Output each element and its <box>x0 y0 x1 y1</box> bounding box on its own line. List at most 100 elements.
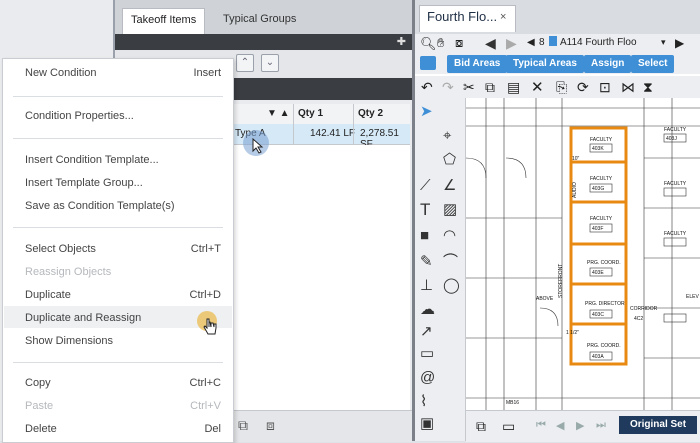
hand-pan-icon[interactable]: ✋︎ <box>437 35 444 51</box>
room-label: PRG. COORD. <box>587 343 621 349</box>
shortcut-ctrl-t: Ctrl+T <box>190 243 221 255</box>
grid-header: ▼ ▲ Qty 1 Qty 2 <box>232 104 410 125</box>
curve-icon[interactable]: ⌒ <box>443 254 458 269</box>
dimension-label: 10" <box>572 156 580 162</box>
typical-areas-button[interactable]: Typical Areas <box>506 55 584 73</box>
column-divider <box>293 104 294 144</box>
panel-bottom-bar: ⧉ ⧈ <box>232 410 412 442</box>
fill-color-icon[interactable]: ■ <box>420 228 429 243</box>
menu-save-condition-template[interactable]: Save as Condition Template(s) <box>25 200 175 212</box>
segment-icon[interactable]: ⟋ <box>420 178 431 193</box>
image-icon[interactable]: ▣ <box>420 416 434 431</box>
menu-show-dimensions[interactable]: Show Dimensions <box>25 335 113 347</box>
menu-new-condition[interactable]: New Condition <box>25 67 97 79</box>
fit-icon[interactable]: ⊡ <box>599 79 611 96</box>
last-page-icon[interactable]: ⏭ <box>596 419 606 432</box>
hatch-icon[interactable]: ▨ <box>443 202 457 217</box>
rotate-icon[interactable]: ⟳ <box>577 79 589 96</box>
flip-icon[interactable]: ⋈ <box>621 79 635 96</box>
group-icon[interactable]: ⧈ <box>266 417 275 434</box>
floor-plan-canvas[interactable]: FACULTY 403K FACULTY 403G FACULTY 403F P… <box>466 98 700 410</box>
arc-icon[interactable]: ◠ <box>443 228 456 243</box>
tab-typical-groups[interactable]: Typical Groups <box>215 8 304 34</box>
row-qty1: 142.41 LF <box>310 128 356 139</box>
next-page-icon[interactable]: ▶ <box>675 36 684 50</box>
menu-duplicate-and-reassign[interactable]: Duplicate and Reassign <box>25 312 141 324</box>
first-page-icon[interactable]: ⏮ <box>536 419 546 432</box>
delete-icon[interactable]: ✕ <box>531 78 544 96</box>
cut-icon[interactable]: ✂ <box>463 79 475 96</box>
attachment-icon[interactable]: ⌇ <box>420 394 427 409</box>
pen-icon[interactable]: ✎ <box>420 254 433 269</box>
menu-delete[interactable]: Delete <box>25 423 57 435</box>
column-qty1[interactable]: Qty 1 <box>298 108 323 119</box>
filter-icon[interactable]: ▼ ▲ <box>267 108 290 119</box>
polygon-icon[interactable]: ⬠ <box>443 152 456 167</box>
page-icon[interactable]: ▭ <box>502 418 515 435</box>
room-label: FACULTY <box>664 181 687 187</box>
zoom-window-icon[interactable]: ⧇ <box>455 35 463 51</box>
crosshair-icon[interactable]: ⌖ <box>443 128 451 143</box>
chevron-down-icon[interactable]: ▾ <box>661 37 666 48</box>
back-icon[interactable]: ◀ <box>485 35 496 52</box>
text-icon[interactable]: T <box>420 201 430 218</box>
room-label: CORRIDOR <box>630 306 658 312</box>
next-page-icon[interactable]: ▶ <box>576 419 584 432</box>
room-label: FACULTY <box>664 127 687 133</box>
menu-copy[interactable]: Copy <box>25 377 51 389</box>
copy-icon[interactable]: ⧉ <box>485 79 495 96</box>
undo-icon[interactable]: ↶ <box>421 79 433 96</box>
pointer-icon[interactable]: ➤ <box>420 104 433 119</box>
prev-page-icon[interactable]: ◀ <box>556 419 564 432</box>
arrow-line-icon[interactable]: ↗ <box>420 324 433 339</box>
search-icon[interactable]: 🔍︎ <box>420 36 437 52</box>
menu-condition-properties[interactable]: Condition Properties... <box>25 110 134 122</box>
room-number: 403A <box>592 354 604 360</box>
close-icon[interactable]: × <box>500 11 506 23</box>
redo-icon[interactable]: ↷ <box>442 79 454 96</box>
original-set-button[interactable]: Original Set <box>619 416 697 434</box>
room-number: 403F <box>592 226 603 232</box>
sheet-icon <box>549 36 557 46</box>
grid-body <box>232 145 410 410</box>
room-label: PRG. COORD. <box>587 260 621 266</box>
cloud-icon[interactable]: ☁ <box>420 302 435 317</box>
mouse-pointer-icon <box>252 138 264 154</box>
stamp-icon[interactable]: ⊥ <box>420 278 433 293</box>
angle-icon[interactable]: ∠ <box>443 178 456 193</box>
copy-icon[interactable]: ⧉ <box>476 418 486 435</box>
ellipse-icon[interactable]: ◯ <box>443 278 460 293</box>
select-button[interactable]: Select <box>631 55 675 73</box>
menu-reassign-objects: Reassign Objects <box>25 266 112 278</box>
down-arrow-button[interactable]: ⌄ <box>261 54 279 72</box>
assign-button[interactable]: Assign <box>584 55 632 73</box>
room-label: ELEV <box>686 294 699 300</box>
menu-duplicate[interactable]: Duplicate <box>25 289 71 301</box>
up-arrow-button[interactable]: ⌃ <box>236 54 254 72</box>
room-number: 403K <box>592 146 604 152</box>
menu-insert-condition-template[interactable]: Insert Condition Template... <box>25 154 159 166</box>
sheet-select[interactable]: A114 Fourth Floo <box>560 37 637 48</box>
bid-areas-button[interactable]: Bid Areas <box>447 55 508 73</box>
room-label: FACULTY <box>590 137 613 143</box>
menu-insert-template-group[interactable]: Insert Template Group... <box>25 177 143 189</box>
export-icon[interactable]: ⎘ <box>556 79 567 96</box>
tab-takeoff-items[interactable]: Takeoff Items <box>122 8 206 35</box>
at-icon[interactable]: @ <box>420 370 435 385</box>
menu-separator <box>13 227 223 228</box>
room-label: FACULTY <box>664 231 687 237</box>
prev-page-icon[interactable]: ◀ <box>527 37 535 48</box>
pin-icon[interactable]: ✚ <box>397 35 406 48</box>
note-label: ABOVE <box>536 296 554 302</box>
copy-icon[interactable]: ⧉ <box>238 417 248 434</box>
column-qty2[interactable]: Qty 2 <box>358 108 383 119</box>
shortcut-insert: Insert <box>193 67 221 79</box>
forward-icon[interactable]: ▶ <box>506 35 517 52</box>
area-select-icon[interactable] <box>420 56 436 70</box>
paste-icon[interactable]: ▤ <box>507 79 520 96</box>
hourglass-icon[interactable]: ⧗ <box>643 79 653 96</box>
rectangle-icon[interactable]: ▭ <box>420 346 434 361</box>
menu-select-objects[interactable]: Select Objects <box>25 243 96 255</box>
room-label: PRG. DIRECTOR <box>585 301 625 307</box>
hand-pointer-icon <box>203 318 217 335</box>
